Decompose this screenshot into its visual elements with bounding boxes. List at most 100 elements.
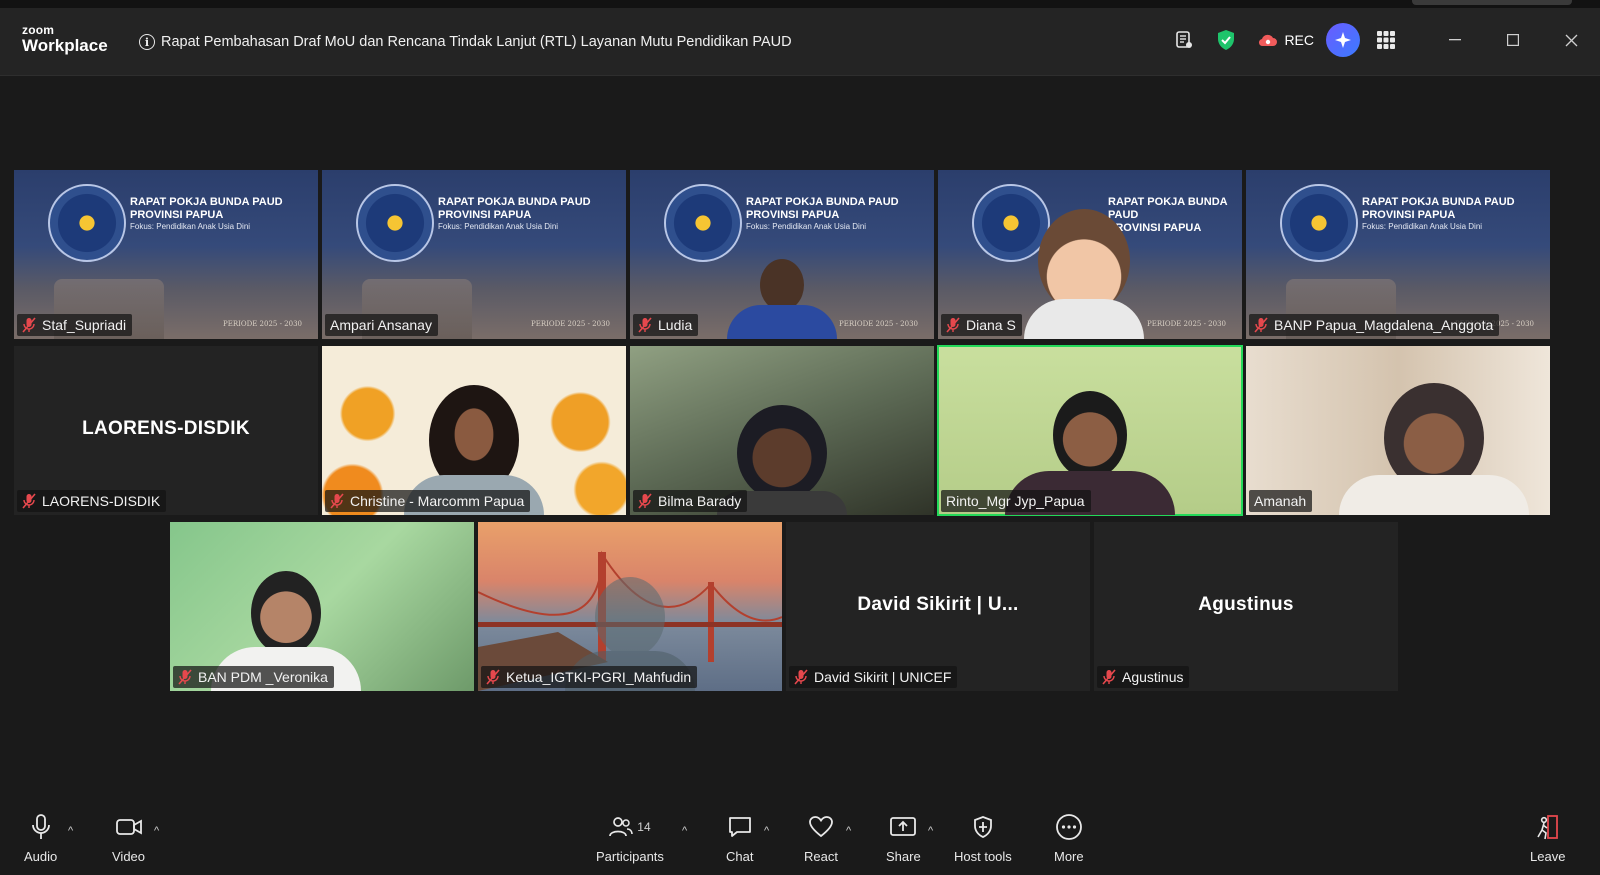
video-button[interactable]: Video bbox=[112, 811, 145, 864]
chat-options-caret[interactable]: ^ bbox=[764, 825, 769, 837]
participant-tile[interactable]: BAN PDM _Veronika bbox=[170, 522, 474, 691]
react-button[interactable]: React bbox=[804, 811, 838, 864]
participant-name: Amanah bbox=[1254, 493, 1307, 509]
participant-video-person bbox=[727, 259, 837, 339]
slide-title-1: RAPAT POKJA BUNDA PAUD bbox=[438, 196, 591, 208]
leave-door-icon bbox=[1535, 811, 1561, 843]
participant-name: Ketua_IGTKI-PGRI_Mahfudin bbox=[506, 669, 692, 685]
meeting-controls-bar: Audio ^ Video ^ 14 Participants ^ Chat ^… bbox=[0, 797, 1600, 875]
host-tools-label: Host tools bbox=[954, 849, 1012, 864]
slide-title-1: RAPAT POKJA BUNDA PAUD bbox=[130, 196, 283, 208]
video-label: Video bbox=[112, 849, 146, 864]
audio-options-caret[interactable]: ^ bbox=[68, 825, 73, 837]
mic-muted-icon bbox=[22, 493, 36, 509]
react-options-caret[interactable]: ^ bbox=[846, 825, 851, 837]
slide-subtitle: Fokus: Pendidikan Anak Usia Dini bbox=[1362, 222, 1483, 231]
mic-muted-icon bbox=[486, 669, 500, 685]
participant-name-tag: Bilma Barady bbox=[633, 490, 748, 512]
chat-label: Chat bbox=[726, 849, 754, 864]
slide-title-1: RAPAT POKJA BUNDA PAUD bbox=[746, 196, 899, 208]
slide-title-2: PROVINSI PAPUA bbox=[1362, 209, 1456, 221]
pokja-logo bbox=[664, 184, 742, 262]
participants-count: 14 bbox=[637, 820, 651, 834]
host-tools-button[interactable]: Host tools bbox=[954, 811, 1012, 864]
participant-name-tag: Staf_Supriadi bbox=[17, 314, 133, 336]
participant-name: LAORENS-DISDIK bbox=[42, 493, 161, 509]
pokja-logo bbox=[1280, 184, 1358, 262]
participant-tile[interactable]: David Sikirit | U... David Sikirit | UNI… bbox=[786, 522, 1090, 691]
mic-muted-icon bbox=[22, 317, 36, 333]
maximize-button[interactable] bbox=[1484, 22, 1542, 58]
host-shield-icon bbox=[972, 811, 994, 843]
mic-muted-icon bbox=[1102, 669, 1116, 685]
security-shield-icon[interactable] bbox=[1208, 22, 1244, 58]
slide-title-1: RAPAT POKJA BUNDA PAUD bbox=[1362, 196, 1515, 208]
meeting-title: Rapat Pembahasan Draf MoU dan Rencana Ti… bbox=[161, 34, 792, 50]
participant-tile[interactable]: Ketua_IGTKI-PGRI_Mahfudin bbox=[478, 522, 782, 691]
participant-tile[interactable]: RAPAT POKJA BUNDA PAUD PROVINSI PAPUA Fok… bbox=[630, 170, 934, 339]
zoom-workplace-logo: zoom Workplace bbox=[22, 24, 108, 54]
participant-tile[interactable]: Amanah bbox=[1246, 346, 1550, 515]
pokja-logo bbox=[356, 184, 434, 262]
video-camera-icon bbox=[115, 811, 143, 843]
participant-name-tag: BAN PDM _Veronika bbox=[173, 666, 334, 688]
share-button[interactable]: Share bbox=[886, 811, 921, 864]
share-label: Share bbox=[886, 849, 921, 864]
more-button[interactable]: More bbox=[1054, 811, 1084, 864]
title-bar: zoom Workplace i Rapat Pembahasan Draf M… bbox=[0, 0, 1600, 76]
more-ellipsis-icon bbox=[1055, 811, 1083, 843]
heart-icon bbox=[808, 811, 834, 843]
participant-name-tag: Ludia bbox=[633, 314, 699, 336]
leave-button[interactable]: Leave bbox=[1530, 811, 1565, 864]
slide-title-2: PROVINSI PAPUA bbox=[746, 209, 840, 221]
participant-name: BANP Papua_Magdalena_Anggota bbox=[1274, 317, 1494, 333]
avatar bbox=[1023, 209, 1144, 339]
participant-display-name: David Sikirit | U... bbox=[857, 594, 1019, 615]
video-options-caret[interactable]: ^ bbox=[154, 825, 159, 837]
share-options-caret[interactable]: ^ bbox=[928, 825, 933, 837]
participant-name: Ludia bbox=[658, 317, 693, 333]
participant-name: Diana S bbox=[966, 317, 1016, 333]
participant-name: Staf_Supriadi bbox=[42, 317, 127, 333]
apps-grid-icon[interactable] bbox=[1368, 22, 1404, 58]
mic-muted-icon bbox=[330, 493, 344, 509]
participant-tile-active-speaker[interactable]: Rinto_Mgr Jyp_Papua bbox=[937, 345, 1243, 516]
close-window-button[interactable] bbox=[1542, 22, 1600, 58]
participant-tile[interactable]: LAORENS-DISDIK LAORENS-DISDIK bbox=[14, 346, 318, 515]
chat-button[interactable]: Chat bbox=[726, 811, 753, 864]
slide-title-2: PROVINSI PAPUA bbox=[130, 209, 224, 221]
participant-name-tag: Christine - Marcomm Papua bbox=[325, 490, 531, 512]
microphone-icon bbox=[31, 811, 51, 843]
participant-name-tag: Agustinus bbox=[1097, 666, 1190, 688]
participant-display-name: LAORENS-DISDIK bbox=[82, 418, 250, 439]
participant-tile[interactable]: Bilma Barady bbox=[630, 346, 934, 515]
ai-companion-button[interactable] bbox=[1326, 23, 1360, 57]
participant-name-tag: LAORENS-DISDIK bbox=[17, 490, 167, 512]
participants-options-caret[interactable]: ^ bbox=[682, 825, 687, 837]
participant-display-name: Agustinus bbox=[1198, 594, 1294, 615]
participant-name: Bilma Barady bbox=[658, 493, 742, 509]
participants-button[interactable]: 14 Participants bbox=[596, 811, 664, 864]
audio-label: Audio bbox=[24, 849, 58, 864]
meeting-info[interactable]: i Rapat Pembahasan Draf MoU dan Rencana … bbox=[139, 34, 792, 50]
info-icon[interactable]: i bbox=[139, 34, 155, 50]
minimize-button[interactable] bbox=[1426, 22, 1484, 58]
participant-name: Christine - Marcomm Papua bbox=[350, 493, 525, 509]
participant-tile[interactable]: RAPAT POKJA BUNDA PAUD PROVINSI PAPUA PER… bbox=[938, 170, 1242, 339]
audio-button[interactable]: Audio bbox=[24, 811, 57, 864]
mic-muted-icon bbox=[178, 669, 192, 685]
react-label: React bbox=[804, 849, 838, 864]
slide-subtitle: Fokus: Pendidikan Anak Usia Dini bbox=[130, 222, 251, 231]
participant-name-tag: Ketua_IGTKI-PGRI_Mahfudin bbox=[481, 666, 698, 688]
participant-name-tag: Amanah bbox=[1249, 490, 1313, 512]
participant-tile[interactable]: Agustinus Agustinus bbox=[1094, 522, 1398, 691]
participant-tile[interactable]: Christine - Marcomm Papua bbox=[322, 346, 626, 515]
notes-icon[interactable] bbox=[1166, 22, 1202, 58]
chat-bubble-icon bbox=[727, 811, 753, 843]
participant-tile[interactable]: RAPAT POKJA BUNDA PAUD PROVINSI PAPUA Fok… bbox=[14, 170, 318, 339]
participant-tile[interactable]: RAPAT POKJA BUNDA PAUD PROVINSI PAPUA Fok… bbox=[1246, 170, 1550, 339]
mic-muted-icon bbox=[638, 317, 652, 333]
recording-indicator[interactable]: REC bbox=[1258, 32, 1314, 48]
rec-label: REC bbox=[1284, 32, 1314, 48]
participant-tile[interactable]: RAPAT POKJA BUNDA PAUD PROVINSI PAPUA Fok… bbox=[322, 170, 626, 339]
